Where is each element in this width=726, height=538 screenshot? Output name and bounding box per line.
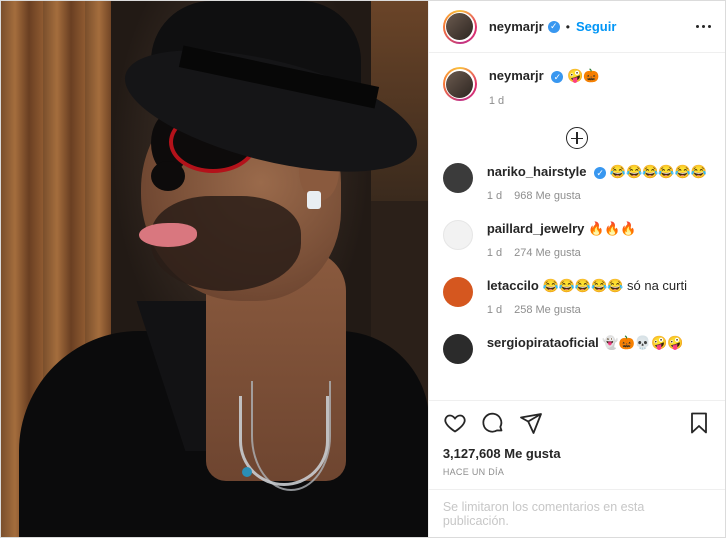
comment-avatar[interactable]: [442, 163, 473, 193]
like-count[interactable]: 3,127,608 Me gusta: [429, 444, 725, 461]
comment-likes[interactable]: 258 Me gusta: [514, 304, 581, 316]
verified-badge-icon: ✓: [594, 167, 607, 179]
comment-item: sergiopirataoficial 👻🎃💀🤪🤪: [442, 334, 711, 364]
comment-likes[interactable]: 274 Me gusta: [514, 247, 581, 259]
comment-time[interactable]: 1 d: [487, 190, 502, 202]
photo-shirt-button: [242, 467, 252, 477]
author-avatar[interactable]: [442, 9, 477, 44]
caption-username[interactable]: neymarjr: [489, 68, 544, 83]
comment-time[interactable]: 1 d: [487, 247, 502, 259]
comment-bubble-icon[interactable]: [481, 411, 505, 435]
comment-username[interactable]: nariko_hairstyle: [487, 164, 587, 179]
photo-earring: [307, 191, 321, 209]
author-username[interactable]: neymarjr: [489, 19, 544, 34]
comment-username[interactable]: paillard_jewelry: [487, 221, 585, 236]
header-separator: •: [565, 19, 570, 34]
comment-text: 🔥🔥🔥: [588, 221, 637, 236]
caption-time[interactable]: 1 d: [489, 95, 504, 107]
comment-username[interactable]: letaccilo: [487, 278, 539, 293]
comment-item: nariko_hairstyle ✓ 😂😂😂😂😂😂 1 d 968 Me gust…: [442, 163, 711, 202]
load-more-comments: [443, 127, 711, 149]
share-send-icon[interactable]: [519, 411, 543, 435]
comments-section[interactable]: neymarjr ✓ 🤪🎃 1 d nariko_hairstyle ✓ 😂�: [429, 53, 725, 400]
like-heart-icon[interactable]: [443, 411, 467, 435]
post-actions: [428, 400, 725, 444]
comment-item: paillard_jewelry 🔥🔥🔥 1 d 274 Me gusta: [442, 220, 711, 259]
post-caption: neymarjr ✓ 🤪🎃 1 d: [442, 67, 711, 107]
comment-avatar[interactable]: [442, 220, 473, 250]
comment-username[interactable]: sergiopirataoficial: [487, 335, 599, 350]
comment-likes[interactable]: 968 Me gusta: [514, 190, 581, 202]
comment-item: letaccilo 😂😂😂😂😂 só na curti 1 d 258 Me gu…: [442, 277, 711, 316]
post-photo[interactable]: [1, 1, 428, 537]
follow-button[interactable]: Seguir: [576, 19, 616, 34]
post-side-panel: neymarjr ✓ • Seguir neymarjr ✓ 🤪🎃 1 d na…: [427, 1, 725, 537]
photo-tongue: [139, 223, 197, 247]
comment-text: 😂😂😂😂😂😂: [609, 164, 707, 179]
comment-time[interactable]: 1 d: [487, 304, 502, 316]
comment-text: 😂😂😂😂😂 só na curti: [542, 278, 687, 293]
verified-badge-icon: ✓: [547, 20, 560, 33]
instagram-post: neymarjr ✓ • Seguir neymarjr ✓ 🤪🎃 1 d na…: [0, 0, 726, 538]
caption-text: 🤪🎃: [566, 68, 600, 83]
photo-nose-paint: [151, 161, 185, 191]
more-options-icon[interactable]: [696, 25, 711, 28]
comment-avatar[interactable]: [442, 334, 473, 364]
load-more-plus-icon[interactable]: [565, 127, 588, 149]
caption-author-avatar[interactable]: [442, 67, 477, 101]
photo-chain: [239, 396, 329, 486]
comment-text: 👻🎃💀🤪🤪: [602, 335, 684, 350]
comment-avatar[interactable]: [442, 277, 473, 307]
post-timestamp[interactable]: HACE UN DÍA: [429, 461, 725, 489]
save-bookmark-icon[interactable]: [687, 411, 711, 435]
comments-limited-notice: Se limitaron los comentarios en esta pub…: [428, 489, 725, 537]
verified-badge-icon: ✓: [551, 71, 564, 83]
post-header: neymarjr ✓ • Seguir: [428, 1, 725, 53]
